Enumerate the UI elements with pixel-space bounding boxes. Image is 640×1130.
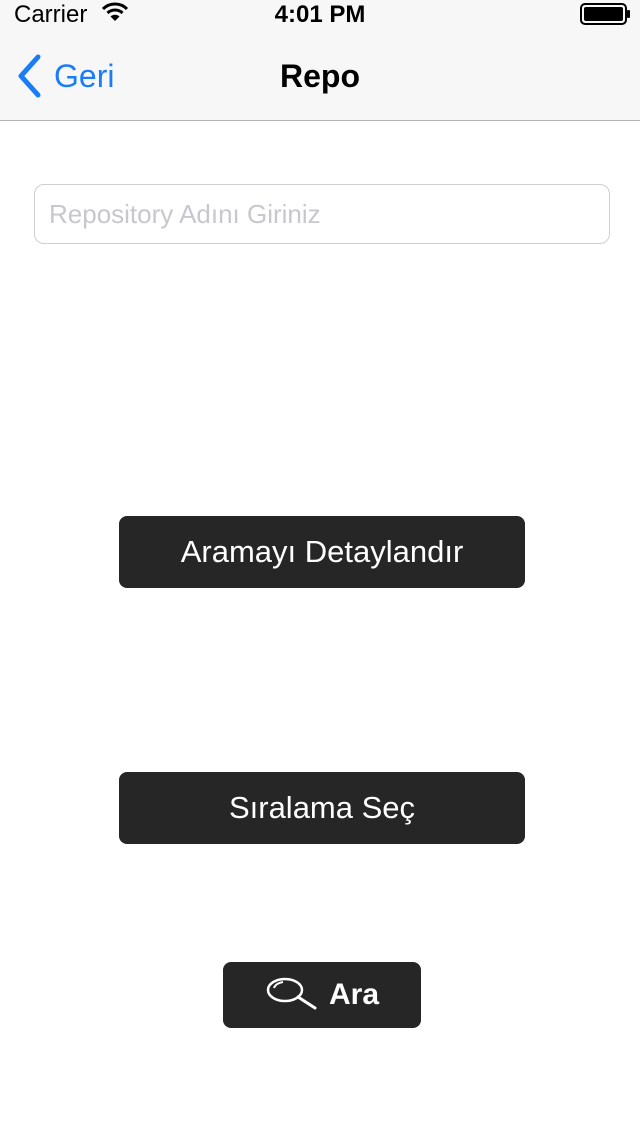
repository-name-input[interactable]	[34, 184, 610, 244]
navigation-bar: Geri Repo	[0, 40, 640, 121]
magnifier-icon	[265, 976, 319, 1018]
search-button-label: Ara	[328, 978, 380, 1011]
battery-icon	[580, 3, 632, 30]
select-sorting-button[interactable]: Sıralama Seç	[119, 772, 525, 844]
clock: 4:01 PM	[274, 1, 366, 28]
page-title: Repo	[280, 58, 360, 94]
search-button[interactable]: Ara	[223, 962, 421, 1028]
detailed-search-button[interactable]: Aramayı Detaylandır	[119, 516, 525, 588]
select-sorting-label: Sıralama Seç	[228, 790, 416, 825]
status-bar: Carrier 4:01 PM	[0, 0, 640, 40]
detailed-search-label: Aramayı Detaylandır	[180, 534, 464, 569]
